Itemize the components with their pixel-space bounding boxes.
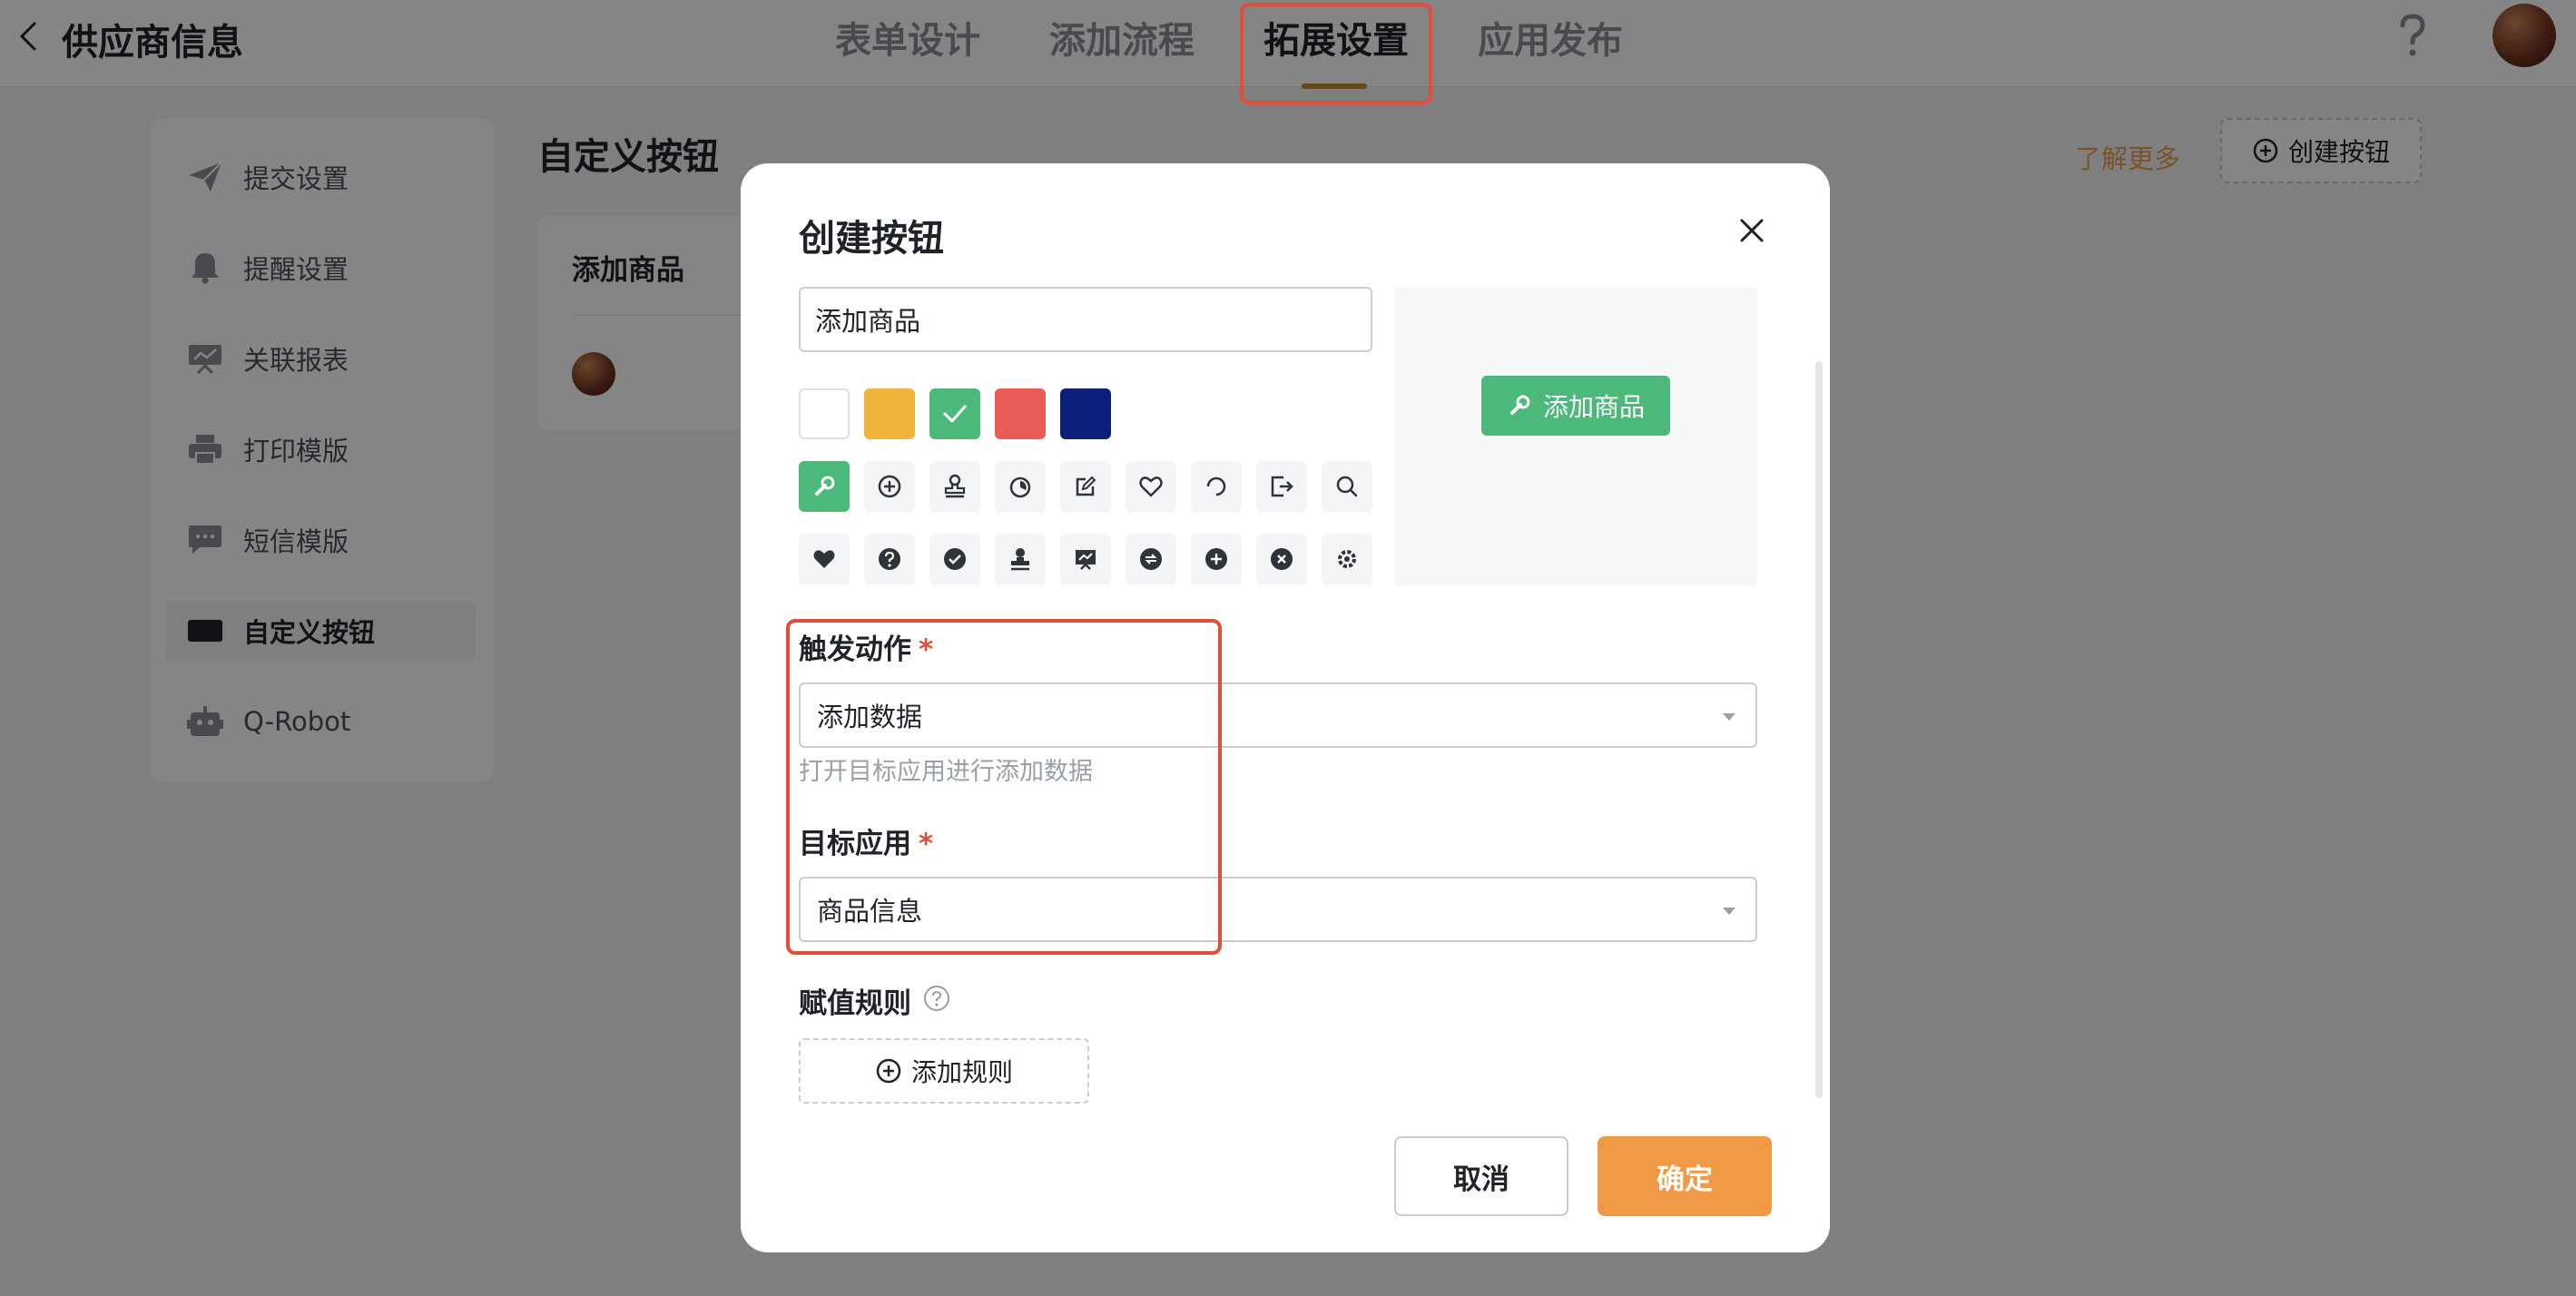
trigger-action-select[interactable]: 添加数据 (799, 682, 1757, 748)
edit-box-icon (1076, 476, 1096, 496)
caret-down-icon (1723, 908, 1735, 915)
icon-option-check-circle[interactable] (929, 534, 980, 584)
wrench-icon (815, 476, 835, 496)
export-icon (1271, 476, 1293, 497)
confirm-button[interactable]: 确定 (1598, 1136, 1772, 1216)
icon-option-edit-box[interactable] (1060, 461, 1111, 512)
trigger-action-label-text: 触发动作 (799, 633, 911, 666)
icon-option-shop[interactable] (1060, 534, 1111, 584)
icon-option-close-circle[interactable] (1256, 534, 1307, 584)
shop-icon (1076, 550, 1096, 570)
color-swatch-yellow[interactable] (864, 388, 915, 439)
stamp-icon (944, 474, 966, 498)
wrench-icon (1509, 395, 1530, 415)
color-swatch-navy[interactable] (1060, 388, 1111, 439)
target-app-label-text: 目标应用 (799, 828, 911, 860)
check-circle-icon (944, 548, 966, 570)
icon-option-stamp[interactable] (929, 461, 980, 512)
preview-button-label: 添加商品 (1542, 392, 1645, 422)
color-swatch-red[interactable] (995, 388, 1046, 439)
trigger-action-value: 添加数据 (817, 702, 923, 732)
refresh-icon (1206, 476, 1226, 496)
icon-option-sync-circle[interactable] (1126, 534, 1176, 584)
icon-option-export[interactable] (1256, 461, 1307, 512)
heart-outline-icon (1139, 476, 1163, 497)
plus-circle-solid-icon (1205, 548, 1227, 570)
trigger-action-label: 触发动作 * (799, 626, 933, 667)
icon-option-plus-circle-solid[interactable] (1191, 534, 1242, 584)
icon-option-search[interactable] (1322, 461, 1372, 512)
trigger-action-hint: 打开目标应用进行添加数据 (799, 758, 1093, 786)
cancel-button[interactable]: 取消 (1394, 1136, 1568, 1216)
dialog-title: 创建按钮 (799, 218, 944, 260)
caret-down-icon (1723, 713, 1735, 721)
search-icon (1336, 476, 1358, 497)
assignment-rules-label: 赋值规则 (799, 987, 911, 1020)
target-app-value: 商品信息 (817, 896, 923, 927)
button-preview-panel: 添加商品 (1394, 287, 1757, 586)
timer-icon (1009, 476, 1031, 498)
plus-circle-icon (878, 475, 901, 498)
gear-icon (1338, 550, 1356, 568)
user-stamp-icon (1011, 548, 1029, 571)
icon-option-refresh[interactable] (1191, 461, 1242, 512)
icon-option-plus-circle[interactable] (864, 461, 915, 512)
icon-option-heart[interactable] (799, 534, 850, 584)
required-mark: * (919, 828, 934, 860)
question-circle-icon (879, 548, 900, 570)
color-swatch-green[interactable] (929, 388, 980, 439)
heart-icon (813, 550, 835, 568)
add-rule-label: 添加规则 (910, 1057, 1013, 1087)
color-swatch-white[interactable] (799, 388, 850, 439)
add-rule-button[interactable]: 添加规则 (799, 1038, 1089, 1104)
checkmark-icon (943, 405, 967, 423)
close-icon[interactable] (1734, 212, 1770, 249)
target-app-label: 目标应用 * (799, 820, 933, 861)
target-app-select[interactable]: 商品信息 (799, 877, 1757, 942)
icon-option-timer[interactable] (995, 461, 1046, 512)
plus-circle-icon (876, 1058, 901, 1084)
icon-option-wrench[interactable] (799, 461, 850, 512)
button-name-input[interactable] (799, 287, 1372, 352)
preview-button: 添加商品 (1481, 376, 1670, 436)
create-button-dialog: 创建按钮 添加商品 添加商品 触发动作 * 添加数据 打开目标应用进行添加数据 … (741, 163, 1830, 1252)
icon-option-question-circle[interactable] (864, 534, 915, 584)
help-circle-icon[interactable] (922, 984, 951, 1013)
required-mark: * (919, 633, 934, 666)
dialog-scrollbar[interactable] (1815, 361, 1823, 1098)
close-circle-icon (1271, 548, 1293, 570)
icon-option-heart-outline[interactable] (1126, 461, 1176, 512)
icon-option-gear[interactable] (1322, 534, 1372, 584)
icon-option-user-stamp[interactable] (995, 534, 1046, 584)
sync-circle-icon (1140, 548, 1162, 570)
